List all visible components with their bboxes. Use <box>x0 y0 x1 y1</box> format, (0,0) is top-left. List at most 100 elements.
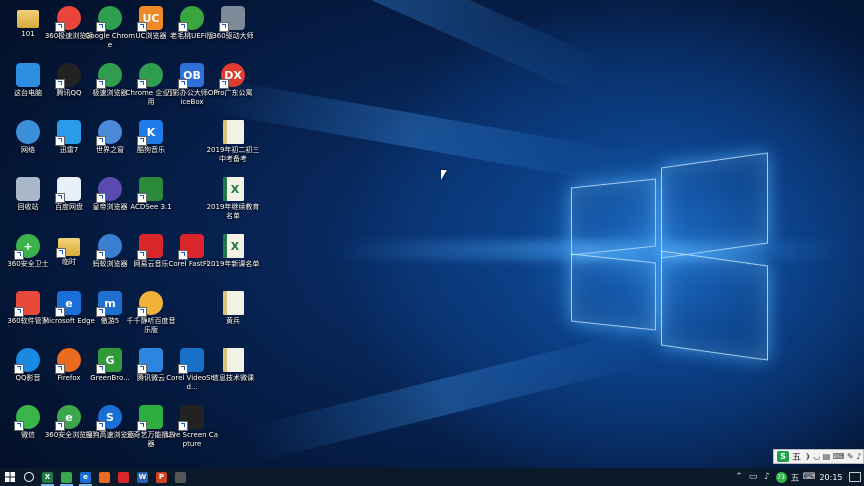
shortcut-arrow-icon <box>178 250 188 260</box>
app-icon <box>55 63 81 89</box>
app-icon <box>137 234 163 260</box>
app-icon <box>178 405 204 431</box>
desktop-icon[interactable]: 信息技术微课 <box>205 344 261 400</box>
desktop-icon-label: 2019年新课名单 <box>206 260 260 268</box>
taskbar: Xe WP ⌃ ▭ ♪ 73 五 ⌨ 20:15 <box>0 468 864 486</box>
excel-icon: X <box>42 471 53 483</box>
desktop-icon-label: Live Screen Capture <box>166 431 218 448</box>
desktop-icon[interactable]: 千千静听百度音乐版 <box>123 287 179 343</box>
desktop-icon[interactable]: X 2019年新课名单 <box>205 230 261 286</box>
desktop-icon-label: 2019年初二初三中考备考 <box>206 146 260 163</box>
edge-icon: e <box>80 471 91 483</box>
screen-capture-icon <box>175 471 186 483</box>
shortcut-arrow-icon <box>14 421 24 431</box>
app-icon: G <box>96 348 122 374</box>
sogou-ime-icon[interactable]: S <box>777 451 789 462</box>
app-icon: S <box>96 405 122 431</box>
ime-indicator[interactable]: 五 <box>788 468 802 486</box>
desktop-icon[interactable]: Live Screen Capture <box>164 401 220 457</box>
app-icon <box>137 405 163 431</box>
taskbar-app-netease[interactable] <box>114 468 133 486</box>
ime-floating-bar[interactable]: S 五 ❩ ◡ ▤ ⌨ ✎ ♪ <box>773 449 864 464</box>
shortcut-arrow-icon <box>55 79 65 89</box>
app-icon <box>14 291 40 317</box>
input-method-icon[interactable]: ⌨ <box>802 468 816 486</box>
shortcut-arrow-icon <box>55 193 65 203</box>
app-icon <box>96 234 122 260</box>
action-center-button[interactable] <box>846 468 864 486</box>
app-icon <box>222 291 244 315</box>
desktop-icon-label: Pro广东公寓 <box>213 89 253 97</box>
desktop-icon[interactable]: K 酷狗音乐 <box>123 116 179 172</box>
app-icon: UC <box>137 6 163 32</box>
shortcut-arrow-icon <box>178 22 188 32</box>
desktop-icon-label: 酷狗音乐 <box>137 146 165 154</box>
taskbar-app-edge[interactable]: e <box>76 468 95 486</box>
app-icon <box>16 120 40 144</box>
start-button[interactable] <box>0 468 19 486</box>
shortcut-arrow-icon <box>14 307 24 317</box>
app-icon <box>137 291 163 317</box>
app-icon: DX <box>219 63 245 89</box>
shortcut-arrow-icon <box>137 136 147 146</box>
app-icon: e <box>55 405 81 431</box>
desktop-icon-label: 360驱动大师 <box>212 32 254 40</box>
desktop-icon-label: 信息技术微课 <box>212 374 254 382</box>
desktop-icon[interactable]: 黄兵 <box>205 287 261 343</box>
shortcut-arrow-icon <box>96 421 106 431</box>
taskbar-app-excel[interactable]: X <box>38 468 57 486</box>
shortcut-arrow-icon <box>219 79 229 89</box>
shortcut-arrow-icon <box>137 421 147 431</box>
app-icon <box>219 6 245 32</box>
app-icon: OB <box>178 63 204 89</box>
taskbar-app-screen-capture[interactable] <box>171 468 190 486</box>
word-icon: W <box>137 471 148 483</box>
desktop-icon-label: 2019年继续教育名单 <box>206 203 260 220</box>
desktop-icon[interactable]: ACDSee 3.1 <box>123 173 179 229</box>
security-badge-icon[interactable]: 73 <box>774 468 788 486</box>
desktop-icon[interactable]: 360驱动大师 <box>205 2 261 58</box>
taskbar-app-word[interactable]: W <box>133 468 152 486</box>
search-button[interactable] <box>19 468 38 486</box>
desktop-icon[interactable]: X 2019年继续教育名单 <box>205 173 261 229</box>
app-icon: e <box>55 291 81 317</box>
taskbar-app-firefox[interactable] <box>95 468 114 486</box>
app-icon-glyph: S <box>106 410 114 424</box>
taskbar-app-powerpoint[interactable]: P <box>152 468 171 486</box>
ime-mode-label[interactable]: 五 <box>792 450 801 463</box>
app-icon-glyph: G <box>105 353 115 367</box>
volume-icon[interactable]: ♪ <box>760 468 774 486</box>
logo-pane-bottom-right <box>661 250 768 361</box>
network-icon[interactable]: ▭ <box>746 468 760 486</box>
taskbar-apps: Xe WP <box>38 468 190 486</box>
app-icon <box>55 177 81 203</box>
shortcut-arrow-icon <box>96 307 106 317</box>
shortcut-arrow-icon <box>137 79 147 89</box>
app-icon: K <box>137 120 163 146</box>
shortcut-arrow-icon <box>96 250 106 260</box>
shortcut-arrow-icon <box>137 364 147 374</box>
firefox-icon <box>99 471 110 483</box>
shortcut-arrow-icon <box>96 136 106 146</box>
shortcut-arrow-icon <box>55 307 65 317</box>
light-beam <box>203 77 623 184</box>
app-icon <box>14 405 40 431</box>
desktop-icon[interactable]: 2019年初二初三中考备考 <box>205 116 261 172</box>
show-hidden-icons[interactable]: ⌃ <box>732 468 746 486</box>
ime-indicator-label: 五 <box>790 473 800 484</box>
app-icon <box>178 6 204 32</box>
app-icon <box>222 348 244 372</box>
desktop-icon[interactable]: DX Pro广东公寓 <box>205 59 261 115</box>
app-icon <box>96 177 122 203</box>
app-icon <box>137 348 163 374</box>
logo-pane-top-right <box>661 152 768 259</box>
clock[interactable]: 20:15 <box>816 473 846 482</box>
app-icon <box>96 120 122 146</box>
app-icon <box>96 63 122 89</box>
desktop-icon-label: 千千静听百度音乐版 <box>126 317 176 334</box>
shortcut-arrow-icon <box>137 250 147 260</box>
ime-toolbar-symbols[interactable]: ❩ ◡ ▤ ⌨ ✎ ♪ <box>804 452 861 461</box>
taskbar-app-360browser[interactable] <box>57 468 76 486</box>
shortcut-arrow-icon <box>14 250 24 260</box>
app-icon <box>55 348 81 374</box>
